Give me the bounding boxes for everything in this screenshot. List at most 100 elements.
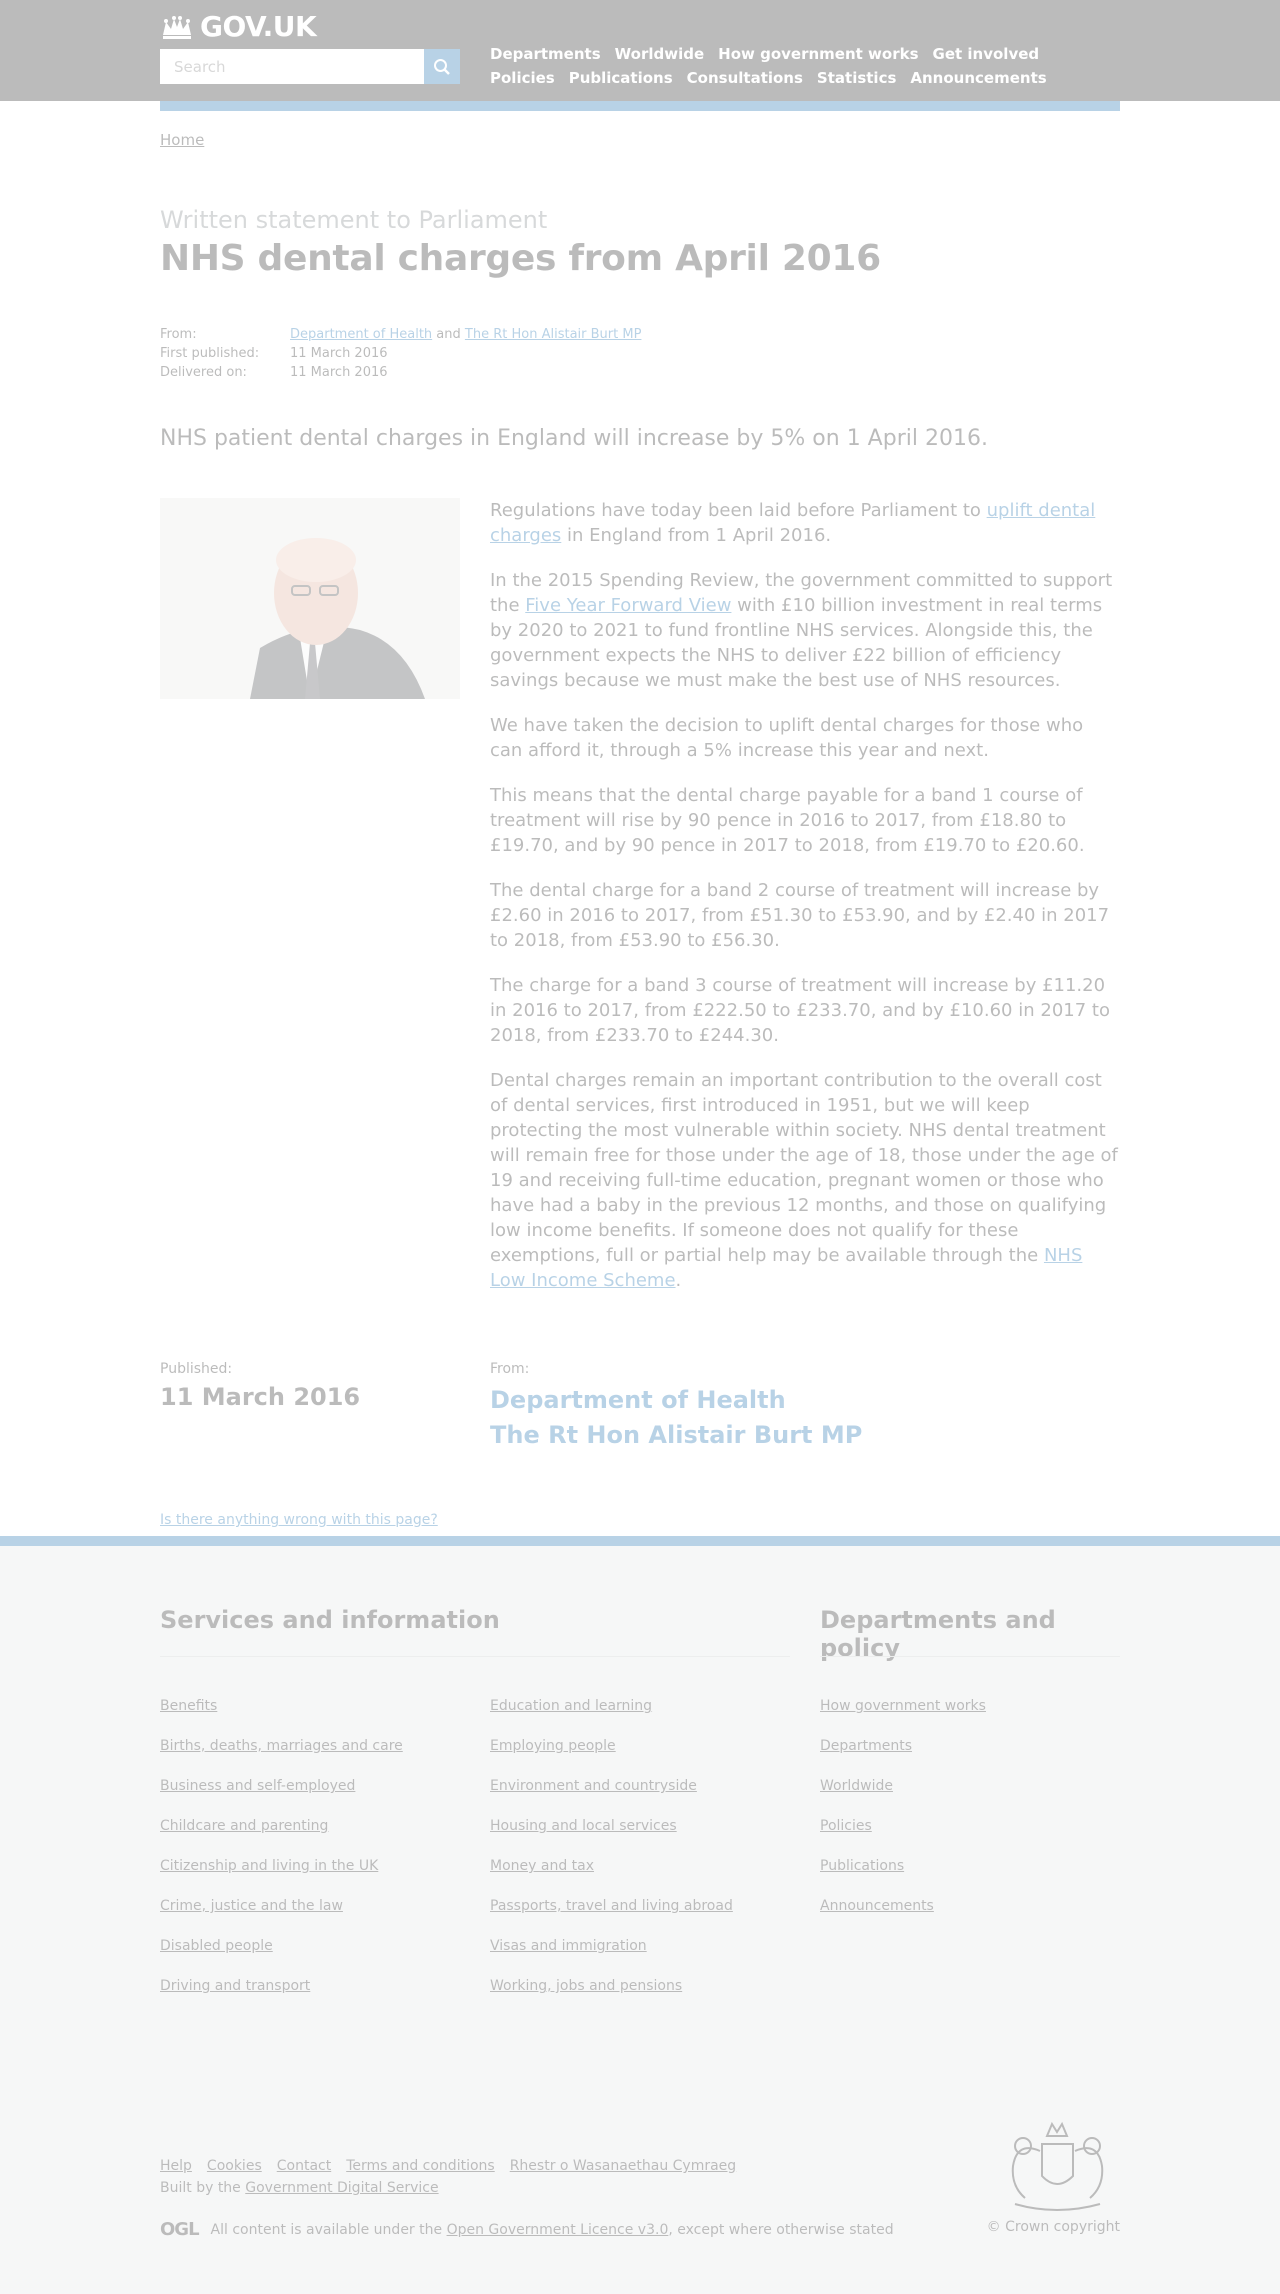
departments-divider — [820, 1656, 1120, 1657]
footer-link-environment[interactable]: Environment and countryside — [490, 1778, 697, 1794]
services-heading: Services and information — [160, 1606, 500, 1634]
paragraph-1: Regulations have today been laid before … — [490, 498, 1120, 548]
departments-list: How government works Departments Worldwi… — [820, 1698, 986, 1938]
delivered-date: 11 March 2016 — [290, 365, 388, 380]
published-from-label: From: — [490, 1361, 530, 1377]
breadcrumb-home[interactable]: Home — [160, 131, 204, 149]
royal-coat-of-arms-icon — [1011, 2121, 1104, 2211]
published-from-org-link[interactable]: Department of Health — [490, 1383, 862, 1418]
footer-help-link[interactable]: Help — [160, 2158, 192, 2174]
footer-link-visas[interactable]: Visas and immigration — [490, 1938, 647, 1954]
footer-terms-link[interactable]: Terms and conditions — [346, 2158, 495, 2174]
services-divider — [160, 1656, 790, 1657]
p1-text-a: Regulations have today been laid before … — [490, 500, 987, 521]
from-org-link[interactable]: Department of Health — [290, 327, 432, 342]
published-date: 11 March 2016 — [160, 1383, 361, 1411]
licence-text-a: All content is available under the — [210, 2221, 443, 2238]
paragraph-2: In the 2015 Spending Review, the governm… — [490, 568, 1120, 693]
footer-link-crime[interactable]: Crime, justice and the law — [160, 1898, 343, 1914]
crown-copyright-link[interactable]: © Crown copyright — [987, 2219, 1120, 2235]
ogl-link[interactable]: Open Government Licence v3.0 — [447, 2222, 669, 2238]
paragraph-3: We have taken the decision to uplift den… — [490, 715, 1084, 761]
footer-link-disabled[interactable]: Disabled people — [160, 1938, 273, 1954]
footer-cookies-link[interactable]: Cookies — [207, 2158, 262, 2174]
ogl-logo-icon: OGL — [160, 2219, 200, 2240]
delivered-label: Delivered on: — [160, 365, 247, 380]
paragraph-7: Dental charges remain an important contr… — [490, 1068, 1120, 1293]
nav-how-government-works[interactable]: How government works — [718, 45, 918, 63]
main-navigation: Departments Worldwide How government wor… — [490, 44, 1120, 92]
p7-text-b: . — [675, 1270, 682, 1291]
body-wrap: Regulations have today been laid before … — [160, 498, 1120, 1313]
footer-link-childcare[interactable]: Childcare and parenting — [160, 1818, 328, 1834]
nav-get-involved[interactable]: Get involved — [933, 45, 1040, 63]
breadcrumb: Home — [160, 111, 1120, 149]
summary: NHS patient dental charges in England wi… — [160, 426, 988, 451]
crown-icon — [163, 15, 191, 39]
licence-text-b: , except where otherwise stated — [668, 2221, 894, 2238]
footer-link-money[interactable]: Money and tax — [490, 1858, 594, 1874]
built-by-text: Built by the — [160, 2180, 246, 2196]
footer-contact-link[interactable]: Contact — [277, 2158, 331, 2174]
header-blue-bar — [160, 101, 1120, 111]
footer-link-driving[interactable]: Driving and transport — [160, 1978, 310, 1994]
page-title: NHS dental charges from April 2016 — [160, 238, 881, 279]
document-type: Written statement to Parliament — [160, 206, 548, 234]
nav-consultations[interactable]: Consultations — [687, 69, 803, 87]
gds-link[interactable]: Government Digital Service — [245, 2180, 438, 2196]
first-published-date: 11 March 2016 — [290, 346, 388, 361]
footer-link-worldwide[interactable]: Worldwide — [820, 1778, 893, 1794]
p1-text-b: in England from 1 April 2016. — [561, 525, 832, 546]
from-person-link[interactable]: The Rt Hon Alistair Burt MP — [465, 327, 642, 342]
nav-statistics[interactable]: Statistics — [817, 69, 896, 87]
footer-link-departments[interactable]: Departments — [820, 1738, 912, 1754]
main-content: Home Written statement to Parliament NHS… — [160, 111, 1120, 1528]
five-year-forward-view-link[interactable]: Five Year Forward View — [525, 595, 731, 616]
nav-departments[interactable]: Departments — [490, 45, 601, 63]
footer-link-announcements[interactable]: Announcements — [820, 1898, 934, 1914]
published-label: Published: — [160, 1361, 233, 1377]
report-problem-link[interactable]: Is there anything wrong with this page? — [160, 1512, 438, 1528]
footer-link-housing[interactable]: Housing and local services — [490, 1818, 677, 1834]
footer-link-employing[interactable]: Employing people — [490, 1738, 616, 1754]
footer-welsh-link[interactable]: Rhestr o Wasanaethau Cymraeg — [510, 2158, 736, 2174]
footer-link-citizenship[interactable]: Citizenship and living in the UK — [160, 1858, 378, 1874]
from-label: From: — [160, 327, 197, 342]
first-published-label: First published: — [160, 346, 260, 361]
services-list-1: Benefits Births, deaths, marriages and c… — [160, 1698, 403, 2018]
search-button[interactable] — [424, 49, 460, 84]
logo-text: GOV.UK — [200, 10, 317, 43]
statement-body: Regulations have today been laid before … — [490, 498, 1120, 1313]
footer-link-education[interactable]: Education and learning — [490, 1698, 652, 1714]
title-block: Written statement to Parliament NHS dent… — [160, 206, 1120, 279]
site-header: GOV.UK Departments Worldwide How governm… — [0, 0, 1280, 101]
published-from-person-link[interactable]: The Rt Hon Alistair Burt MP — [490, 1418, 862, 1453]
nav-policies[interactable]: Policies — [490, 69, 555, 87]
footer-link-publications[interactable]: Publications — [820, 1858, 904, 1874]
published-block: Published: 11 March 2016 From: Departmen… — [160, 1361, 1120, 1453]
p7-text-a: Dental charges remain an important contr… — [490, 1070, 1118, 1266]
footer-meta: Help Cookies Contact Terms and condition… — [160, 2158, 751, 2196]
footer-link-births[interactable]: Births, deaths, marriages and care — [160, 1738, 403, 1754]
govuk-logo-link[interactable]: GOV.UK — [160, 10, 317, 43]
from-and: and — [436, 327, 461, 342]
departments-heading: Departments and policy — [820, 1606, 1056, 1662]
services-list-2: Education and learning Employing people … — [490, 1698, 733, 2018]
footer-link-passports[interactable]: Passports, travel and living abroad — [490, 1898, 733, 1914]
footer-link-policies[interactable]: Policies — [820, 1818, 872, 1834]
nav-announcements[interactable]: Announcements — [910, 69, 1046, 87]
nav-publications[interactable]: Publications — [569, 69, 673, 87]
nav-worldwide[interactable]: Worldwide — [615, 45, 705, 63]
site-footer: Services and information Departments and… — [0, 1536, 1280, 2294]
search-icon — [434, 58, 450, 75]
footer-link-benefits[interactable]: Benefits — [160, 1698, 217, 1714]
footer-link-business[interactable]: Business and self-employed — [160, 1778, 355, 1794]
paragraph-6: The charge for a band 3 course of treatm… — [490, 975, 1110, 1046]
search-input[interactable] — [160, 49, 424, 84]
portrait-image — [160, 498, 460, 699]
footer-link-working[interactable]: Working, jobs and pensions — [490, 1978, 682, 1994]
paragraph-4: This means that the dental charge payabl… — [490, 785, 1085, 856]
footer-link-how-government-works[interactable]: How government works — [820, 1698, 986, 1714]
minister-photo — [160, 498, 460, 699]
metadata: From: Department of Health and The Rt Ho… — [160, 325, 1120, 382]
